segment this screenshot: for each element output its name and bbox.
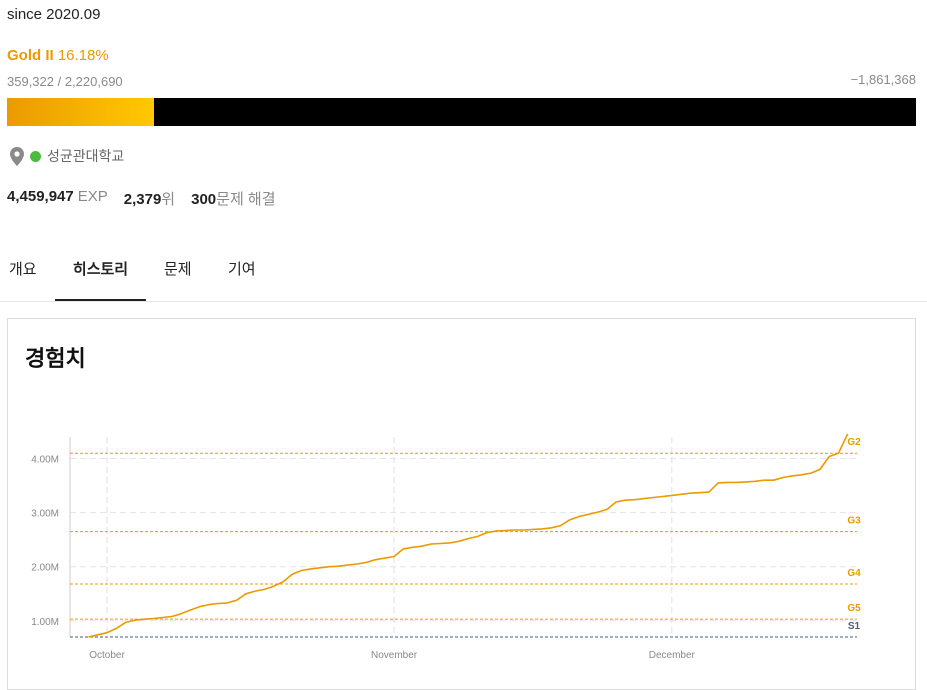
tier-threshold-label: G5 bbox=[847, 603, 861, 614]
y-tick-label: 3.00M bbox=[31, 509, 59, 520]
y-tick-label: 2.00M bbox=[31, 563, 59, 574]
school-status-dot bbox=[30, 150, 41, 162]
tier-info: Gold II 16.18% bbox=[7, 47, 109, 64]
tier-threshold-label: G4 bbox=[847, 568, 861, 579]
x-tick-label: October bbox=[89, 650, 125, 661]
tab-contributions[interactable]: 기여 bbox=[228, 240, 256, 300]
tab-problems[interactable]: 문제 bbox=[164, 240, 192, 300]
x-tick-label: November bbox=[371, 650, 418, 661]
tier-progress-fill bbox=[7, 98, 155, 126]
rating-remaining: −1,861,368 bbox=[850, 72, 916, 87]
exp-stat: 4,459,947 EXP bbox=[7, 188, 108, 209]
y-tick-label: 1.00M bbox=[31, 617, 59, 628]
exp-value: 4,459,947 bbox=[7, 188, 74, 205]
tier-threshold-label: S1 bbox=[848, 621, 861, 632]
solved-unit: 문제 해결 bbox=[216, 191, 276, 208]
y-tick-label: 4.00M bbox=[31, 455, 59, 466]
rank-value: 2,379 bbox=[123, 191, 162, 208]
tier-progress-bar bbox=[7, 98, 916, 126]
solved-value: 300 bbox=[191, 191, 217, 208]
rank-unit: 위 bbox=[161, 191, 176, 208]
exp-series-line bbox=[88, 433, 849, 638]
since-date: since 2020.09 bbox=[7, 6, 101, 23]
tier-name: Gold II bbox=[7, 47, 54, 64]
rank-stat: 2,379위 bbox=[124, 188, 175, 209]
solved-stat: 300문제 해결 bbox=[191, 188, 275, 209]
tier-threshold-label: G3 bbox=[847, 516, 861, 527]
rating-progress-text: 359,322 / 2,220,690 bbox=[7, 74, 123, 89]
tier-percent: 16.18% bbox=[57, 47, 109, 64]
x-tick-label: December bbox=[649, 650, 696, 661]
school-row: 성균관대학교 bbox=[10, 146, 124, 166]
user-stats: 4,459,947 EXP 2,379위 300문제 해결 bbox=[7, 188, 276, 209]
exp-chart-card: 경험치 1.00M 2.00M 3.00M 4.00M October November D… bbox=[7, 318, 916, 690]
exp-line-chart: 1.00M 2.00M 3.00M 4.00M October November Decem… bbox=[31, 433, 861, 661]
tier-threshold-label: G2 bbox=[847, 437, 861, 448]
profile-tabs: 개요 히스토리 문제 기여 bbox=[0, 240, 927, 302]
school-link[interactable]: 성균관대학교 bbox=[47, 146, 124, 166]
tab-overview[interactable]: 개요 bbox=[9, 240, 37, 300]
map-pin-icon bbox=[10, 146, 24, 166]
tab-history[interactable]: 히스토리 bbox=[55, 240, 146, 301]
exp-unit: EXP bbox=[77, 188, 108, 205]
